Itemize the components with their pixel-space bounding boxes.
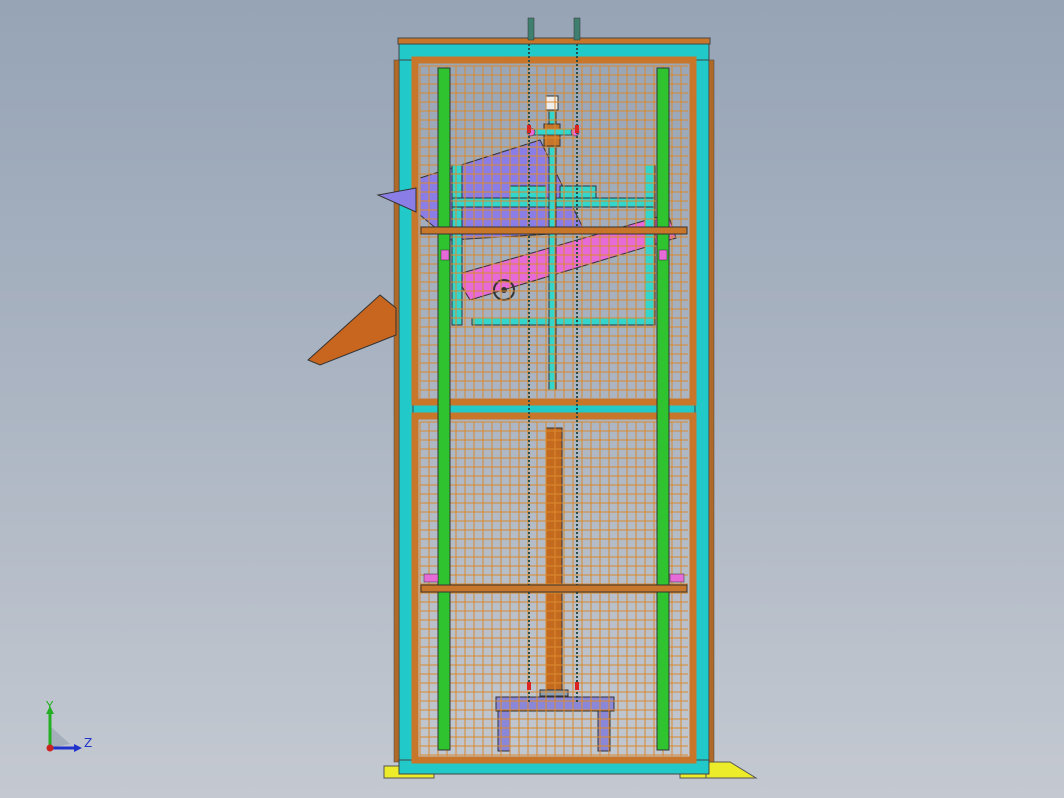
cad-graphics-viewport[interactable]: Y Z [0, 0, 1064, 798]
guide-post-left[interactable] [437, 67, 451, 751]
guide-post-right[interactable] [656, 67, 670, 751]
lower-crossbar[interactable] [420, 584, 688, 593]
discharge-spout[interactable] [307, 294, 397, 366]
triad-z-label: Z [84, 736, 92, 750]
triad-x-axis-dot [46, 744, 54, 752]
carriage-post-left[interactable] [451, 164, 463, 326]
lower-table-leg-left[interactable] [497, 710, 511, 752]
lift-crossbar[interactable] [531, 128, 575, 136]
lift-machine-model[interactable] [0, 0, 1064, 798]
triad-y-label: Y [45, 700, 54, 713]
top-shaft-right[interactable] [573, 17, 581, 41]
bracket-right-upper [658, 249, 668, 261]
base-ramp[interactable] [705, 761, 758, 779]
lift-rod-head[interactable] [545, 95, 559, 111]
frame-top-cap[interactable] [397, 37, 711, 45]
orientation-triad: Y Z [45, 700, 92, 752]
sensor-right-top [575, 125, 579, 133]
roller-hub [501, 287, 507, 293]
upper-crossbar[interactable] [420, 226, 688, 235]
frame-edge-left [393, 59, 400, 763]
sensor-right-bottom [575, 682, 579, 690]
bracket-left-upper [440, 249, 450, 261]
top-shaft-left[interactable] [527, 17, 535, 41]
bracket-right-lower [669, 573, 685, 583]
sensor-left-top [527, 125, 531, 133]
triad-base-shading [50, 726, 70, 748]
sensor-left-bottom [527, 682, 531, 690]
frame-edge-right [708, 59, 715, 763]
triad-z-arrow [74, 744, 82, 752]
bracket-left-lower [423, 573, 439, 583]
